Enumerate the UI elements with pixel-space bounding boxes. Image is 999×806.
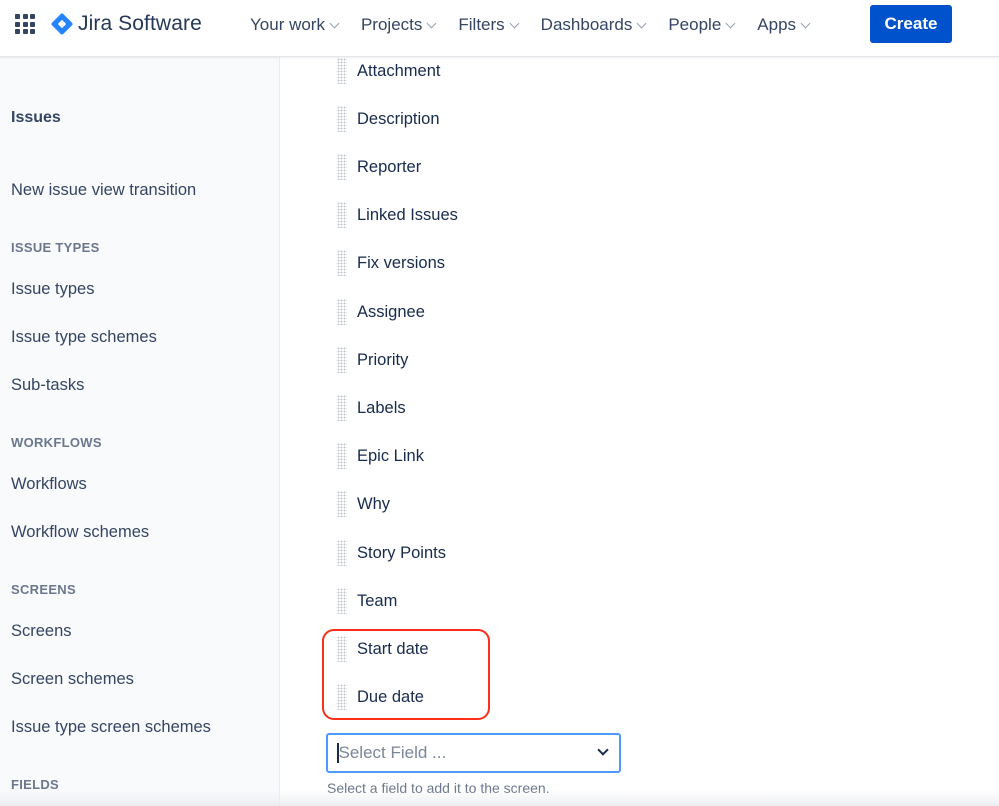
sidebar-heading-issue-types: ISSUE TYPES (11, 240, 100, 255)
top-navigation-bar: Jira Software Your work Projects Filters… (0, 0, 999, 57)
nav-filters[interactable]: Filters (458, 1, 520, 49)
field-row-start-date[interactable]: Start date (337, 634, 429, 664)
sidebar-item-workflows[interactable]: Workflows (11, 475, 87, 494)
drag-handle-icon[interactable] (337, 684, 347, 710)
nav-dashboards[interactable]: Dashboards (540, 1, 647, 49)
drag-handle-icon[interactable] (337, 443, 347, 469)
nav-label: Your work (250, 15, 325, 34)
field-row-attachment[interactable]: Attachment (337, 56, 440, 86)
nav-people[interactable]: People (668, 1, 736, 49)
chevron-down-icon (426, 18, 437, 28)
nav-apps[interactable]: Apps (757, 1, 811, 49)
chevron-down-icon (509, 18, 520, 28)
sidebar-heading-fields: FIELDS (11, 777, 60, 792)
sidebar-item-screens[interactable]: Screens (11, 622, 72, 641)
sidebar-item-new-issue-view-transition[interactable]: New issue view transition (11, 181, 196, 200)
chevron-down-icon[interactable] (597, 744, 609, 756)
primary-nav: Your work Projects Filters Dashboards Pe… (250, 0, 832, 50)
field-label: Due date (357, 687, 424, 706)
sidebar-item-screen-schemes[interactable]: Screen schemes (11, 670, 134, 689)
sidebar-item-workflow-schemes[interactable]: Workflow schemes (11, 523, 149, 542)
sidebar: Issues New issue view transition ISSUE T… (0, 57, 280, 806)
field-label: Epic Link (357, 446, 424, 465)
field-row-why[interactable]: Why (337, 489, 390, 519)
field-label: Attachment (357, 61, 441, 80)
drag-handle-icon[interactable] (337, 491, 347, 517)
drag-handle-icon[interactable] (337, 588, 347, 614)
create-button[interactable]: Create (870, 5, 952, 43)
field-label: Fix versions (357, 253, 446, 272)
sidebar-item-issue-types[interactable]: Issue types (11, 280, 94, 299)
jira-logo[interactable]: Jira Software (50, 12, 202, 36)
drag-handle-icon[interactable] (337, 395, 347, 421)
nav-label: People (668, 15, 722, 34)
drag-handle-icon[interactable] (337, 154, 347, 180)
field-label: Labels (357, 398, 406, 417)
drag-handle-icon[interactable] (337, 202, 347, 228)
drag-handle-icon[interactable] (337, 636, 347, 662)
sidebar-item-issue-type-screen-schemes[interactable]: Issue type screen schemes (11, 718, 211, 737)
field-label: Reporter (357, 157, 422, 176)
nav-label: Dashboards (540, 15, 633, 34)
field-label: Start date (357, 639, 429, 658)
field-row-due-date[interactable]: Due date (337, 682, 424, 712)
sidebar-heading-screens: SCREENS (11, 582, 76, 597)
chevron-down-icon (329, 18, 340, 28)
field-label: Assignee (357, 302, 425, 321)
field-label: Why (357, 494, 390, 513)
field-row-reporter[interactable]: Reporter (337, 152, 421, 182)
chevron-down-icon (725, 18, 736, 28)
sidebar-title: Issues (11, 109, 61, 126)
field-row-priority[interactable]: Priority (337, 345, 408, 375)
field-row-story-points[interactable]: Story Points (337, 538, 446, 568)
field-row-team[interactable]: Team (337, 586, 397, 616)
drag-handle-icon[interactable] (337, 299, 347, 325)
field-label: Team (357, 591, 398, 610)
product-name: Jira Software (78, 12, 202, 35)
select-field-dropdown[interactable]: Select Field ... (326, 733, 621, 773)
nav-label: Apps (757, 15, 797, 34)
screen-fields-panel: Attachment Description Reporter Linked I… (281, 57, 999, 806)
field-label: Linked Issues (357, 205, 458, 224)
nav-your-work[interactable]: Your work (250, 1, 340, 49)
drag-handle-icon[interactable] (337, 106, 347, 132)
field-row-epic-link[interactable]: Epic Link (337, 441, 424, 471)
drag-handle-icon[interactable] (337, 250, 347, 276)
field-row-linked-issues[interactable]: Linked Issues (337, 200, 458, 230)
drag-handle-icon[interactable] (337, 58, 347, 84)
chevron-down-icon (800, 18, 811, 28)
field-label: Priority (357, 350, 409, 369)
chevron-down-icon (636, 18, 647, 28)
nav-label: Filters (458, 15, 505, 34)
field-row-labels[interactable]: Labels (337, 393, 406, 423)
field-row-description[interactable]: Description (337, 104, 440, 134)
sidebar-item-issue-type-schemes[interactable]: Issue type schemes (11, 328, 157, 347)
nav-label: Projects (360, 15, 423, 34)
field-label: Description (357, 109, 440, 128)
drag-handle-icon[interactable] (337, 347, 347, 373)
sidebar-item-sub-tasks[interactable]: Sub-tasks (11, 376, 84, 395)
select-field-placeholder: Select Field ... (338, 743, 447, 762)
sidebar-heading-workflows: WORKFLOWS (11, 435, 102, 450)
nav-projects[interactable]: Projects (360, 1, 437, 49)
field-label: Story Points (357, 543, 446, 562)
app-switcher-icon[interactable] (15, 14, 35, 34)
field-row-assignee[interactable]: Assignee (337, 297, 425, 327)
field-row-fix-versions[interactable]: Fix versions (337, 248, 445, 278)
jira-diamond-icon (50, 12, 74, 36)
drag-handle-icon[interactable] (337, 540, 347, 566)
select-field-help-text: Select a field to add it to the screen. (327, 780, 550, 796)
